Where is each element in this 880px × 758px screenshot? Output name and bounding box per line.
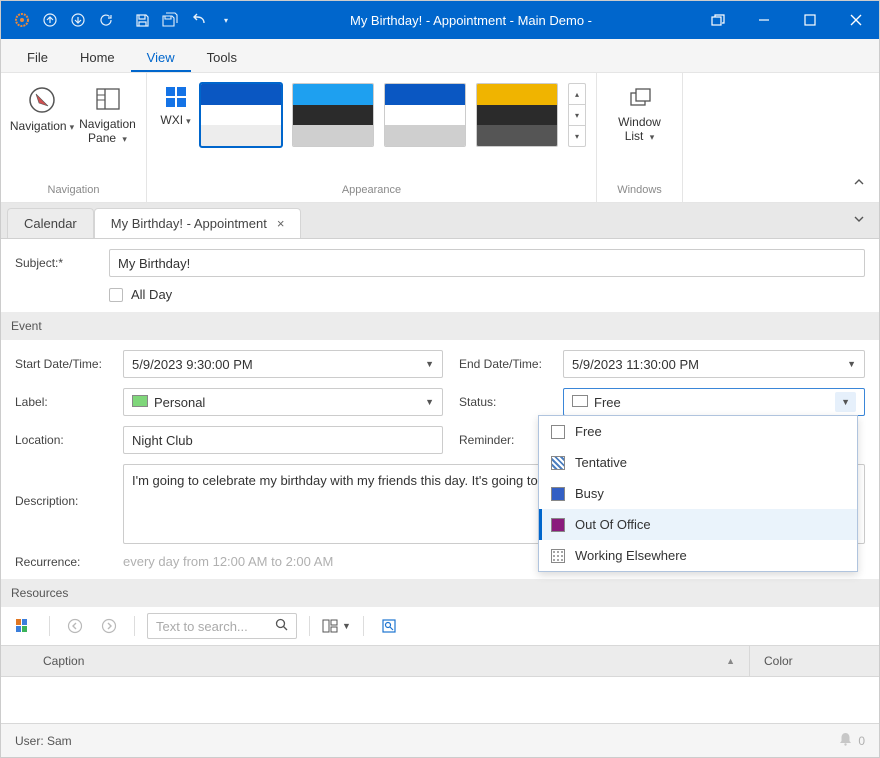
save-all-icon[interactable] bbox=[161, 11, 179, 29]
group-windows-label: Windows bbox=[607, 180, 672, 200]
status-option-out-of-office[interactable]: Out Of Office bbox=[539, 509, 857, 540]
search-icon bbox=[275, 618, 288, 634]
theme-gallery: ▴▾▾ bbox=[200, 79, 586, 147]
label-input[interactable]: Personal▼ bbox=[123, 388, 443, 416]
settings-gear-icon[interactable] bbox=[13, 11, 31, 29]
resources-search-input[interactable]: Text to search... bbox=[147, 613, 297, 639]
tab-close-icon[interactable]: × bbox=[277, 216, 285, 231]
status-bar: User: Sam 0 bbox=[1, 723, 879, 757]
recurrence-label: Recurrence: bbox=[15, 555, 107, 569]
tabs-expand-icon[interactable] bbox=[853, 213, 865, 228]
collapse-ribbon-icon[interactable] bbox=[849, 172, 869, 192]
resources-grid-body[interactable] bbox=[1, 677, 879, 723]
status-option-busy[interactable]: Busy bbox=[539, 478, 857, 509]
navigation-button[interactable]: Navigation bbox=[11, 79, 73, 134]
wxi-label: WXI bbox=[160, 113, 183, 127]
save-icon[interactable] bbox=[133, 11, 151, 29]
allday-label: All Day bbox=[131, 287, 172, 302]
status-label: Status: bbox=[459, 395, 547, 409]
status-user: User: Sam bbox=[15, 734, 72, 748]
restore-mdi-icon[interactable] bbox=[695, 1, 741, 39]
theme-swatch-3[interactable] bbox=[384, 83, 466, 147]
search-placeholder: Text to search... bbox=[156, 619, 248, 634]
resources-section-header: Resources bbox=[1, 579, 879, 607]
navigation-label: Navigation bbox=[10, 119, 67, 133]
navigation-pane-button[interactable]: Navigation Pane bbox=[79, 79, 136, 146]
allday-checkbox[interactable] bbox=[109, 288, 123, 302]
menu-view[interactable]: View bbox=[131, 43, 191, 72]
end-input[interactable]: 5/9/2023 11:30:00 PM▼ bbox=[563, 350, 865, 378]
event-section-header: Event bbox=[1, 312, 879, 340]
theme-swatch-4[interactable] bbox=[476, 83, 558, 147]
document-tabs: Calendar My Birthday! - Appointment × bbox=[1, 203, 879, 239]
main-menu: File Home View Tools bbox=[1, 39, 879, 73]
resources-layout-icon[interactable]: ▼ bbox=[322, 613, 351, 639]
sort-icon: ▲ bbox=[726, 656, 735, 666]
group-navigation-label: Navigation bbox=[11, 180, 136, 200]
title-bar: ▾ My Birthday! - Appointment - Main Demo… bbox=[1, 1, 879, 39]
qat-dropdown-icon[interactable]: ▾ bbox=[217, 11, 235, 29]
undo-icon[interactable] bbox=[189, 11, 207, 29]
description-label: Description: bbox=[15, 464, 107, 508]
status-input[interactable]: Free ▼ bbox=[563, 388, 865, 416]
close-icon[interactable] bbox=[833, 1, 879, 39]
location-input[interactable]: Night Club bbox=[123, 426, 443, 454]
menu-file[interactable]: File bbox=[11, 43, 64, 72]
resources-toolbar: Text to search... ▼ bbox=[1, 607, 879, 645]
window-list-label: Window List bbox=[618, 115, 661, 143]
status-option-working-elsewhere[interactable]: Working Elsewhere bbox=[539, 540, 857, 571]
subject-value: My Birthday! bbox=[118, 256, 190, 271]
menu-tools[interactable]: Tools bbox=[191, 43, 253, 72]
theme-swatch-2[interactable] bbox=[292, 83, 374, 147]
status-option-tentative[interactable]: Tentative bbox=[539, 447, 857, 478]
theme-swatch-1[interactable] bbox=[200, 83, 282, 147]
subject-input[interactable]: My Birthday! bbox=[109, 249, 865, 277]
tab-calendar[interactable]: Calendar bbox=[7, 208, 94, 238]
label-label: Label: bbox=[15, 395, 107, 409]
menu-home[interactable]: Home bbox=[64, 43, 131, 72]
gallery-spinner[interactable]: ▴▾▾ bbox=[568, 83, 586, 147]
maximize-icon[interactable] bbox=[787, 1, 833, 39]
resources-preview-icon[interactable] bbox=[376, 613, 402, 639]
resources-palette-icon[interactable] bbox=[11, 613, 37, 639]
tab-calendar-label: Calendar bbox=[24, 216, 77, 231]
resources-next-icon[interactable] bbox=[96, 613, 122, 639]
start-input[interactable]: 5/9/2023 9:30:00 PM▼ bbox=[123, 350, 443, 378]
reminder-label: Reminder: bbox=[459, 433, 547, 447]
ribbon: Navigation Navigation Pane Navigation WX… bbox=[1, 73, 879, 203]
resources-prev-icon[interactable] bbox=[62, 613, 88, 639]
status-option-free[interactable]: Free bbox=[539, 416, 857, 447]
up-icon[interactable] bbox=[41, 11, 59, 29]
status-dropdown-popup: Free Tentative Busy Out Of Office Workin… bbox=[538, 415, 858, 572]
end-label: End Date/Time: bbox=[459, 357, 547, 371]
group-appearance-label: Appearance bbox=[157, 180, 586, 200]
notification-count: 0 bbox=[858, 734, 865, 748]
grid-col-color[interactable]: Color bbox=[749, 646, 879, 676]
tab-appointment[interactable]: My Birthday! - Appointment × bbox=[94, 208, 302, 238]
navigation-pane-label: Navigation Pane bbox=[79, 117, 136, 145]
resources-grid-header: Caption▲ Color bbox=[1, 645, 879, 677]
minimize-icon[interactable] bbox=[741, 1, 787, 39]
down-icon[interactable] bbox=[69, 11, 87, 29]
refresh-icon[interactable] bbox=[97, 11, 115, 29]
bell-icon[interactable] bbox=[839, 732, 852, 749]
subject-label: Subject:* bbox=[15, 256, 93, 270]
location-label: Location: bbox=[15, 433, 107, 447]
tab-appointment-label: My Birthday! - Appointment bbox=[111, 216, 267, 231]
window-title: My Birthday! - Appointment - Main Demo - bbox=[247, 13, 695, 28]
grid-col-caption[interactable]: Caption▲ bbox=[29, 646, 749, 676]
start-label: Start Date/Time: bbox=[15, 357, 107, 371]
wxi-button[interactable]: WXI bbox=[157, 79, 194, 128]
window-list-button[interactable]: Window List bbox=[609, 79, 671, 144]
